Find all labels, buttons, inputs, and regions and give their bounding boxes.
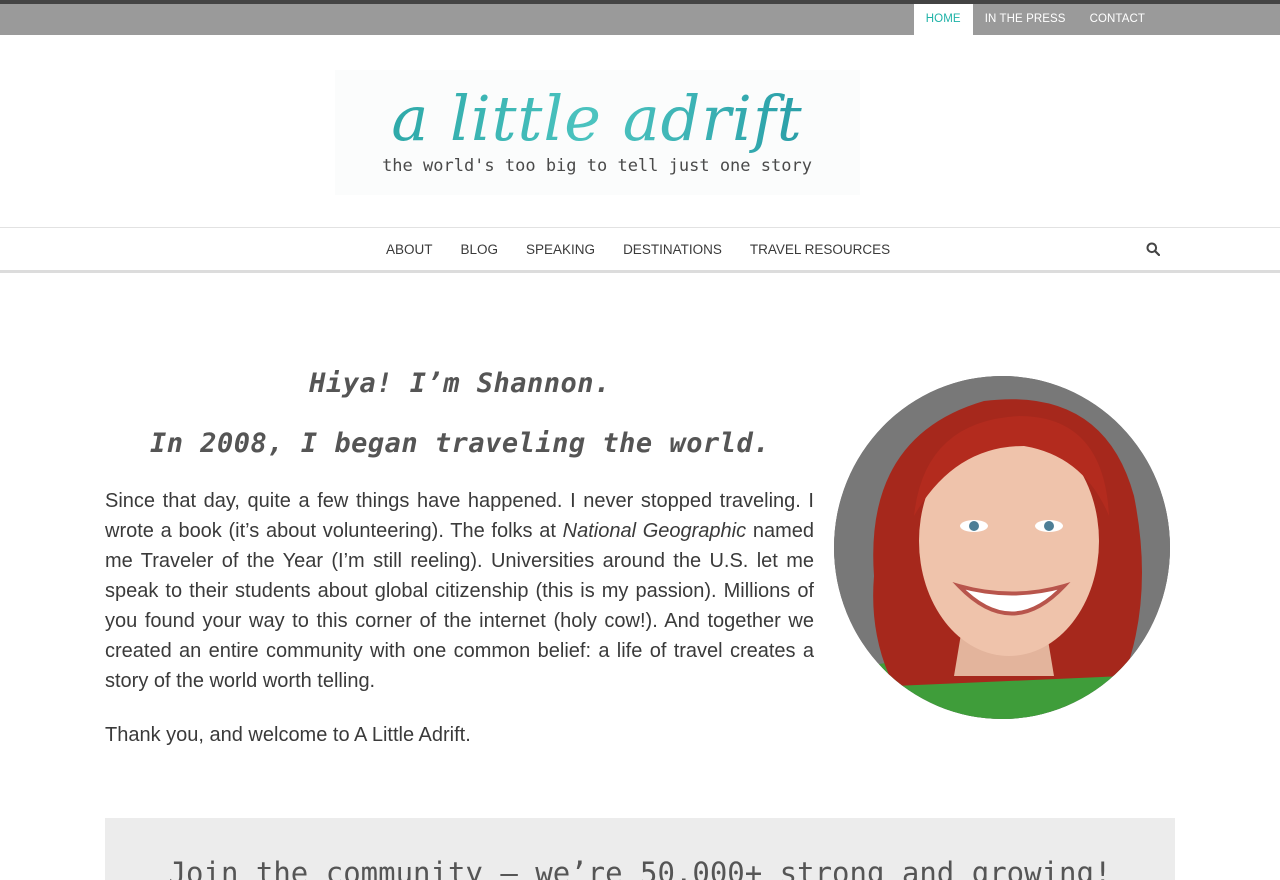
top-nav-contact[interactable]: CONTACT: [1078, 4, 1157, 35]
nav-item-about[interactable]: ABOUT: [372, 228, 447, 271]
portrait-photo: [834, 376, 1170, 719]
logo-tagline: the world's too big to tell just one sto…: [382, 156, 812, 176]
intro-emphasis: National Geographic: [562, 520, 747, 542]
site-logo[interactable]: a little adrift the world's too big to t…: [335, 70, 860, 195]
top-nav-in-the-press[interactable]: IN THE PRESS: [973, 4, 1078, 35]
thanks-paragraph: Thank you, and welcome to A Little Adrif…: [105, 724, 471, 746]
nav-item-speaking[interactable]: SPEAKING: [512, 228, 609, 271]
intro-text-end: named me Traveler of the Year (I’m still…: [105, 520, 814, 692]
hero-subheading: In 2008, I began traveling the world.: [150, 428, 770, 459]
top-nav: HOME IN THE PRESS CONTACT: [913, 4, 1157, 35]
nav-item-destinations[interactable]: DESTINATIONS: [609, 228, 736, 271]
hero-greeting: Hiya! I’m Shannon.: [309, 368, 611, 399]
community-title: Join the community — we’re 50,000+ stron…: [168, 856, 1112, 880]
logo-title: a little adrift: [391, 82, 802, 155]
intro-paragraph: Since that day, quite a few things have …: [105, 486, 814, 696]
top-utility-bar: HOME IN THE PRESS CONTACT: [0, 0, 1280, 35]
main-nav: ABOUT BLOG SPEAKING DESTINATIONS TRAVEL …: [0, 227, 1280, 273]
community-signup-box: Join the community — we’re 50,000+ stron…: [105, 818, 1175, 880]
logo-graphic: a little adrift the world's too big to t…: [335, 70, 860, 195]
nav-item-blog[interactable]: BLOG: [447, 228, 513, 271]
nav-item-travel-resources[interactable]: TRAVEL RESOURCES: [736, 228, 904, 271]
search-icon[interactable]: [1146, 242, 1162, 258]
top-nav-home[interactable]: HOME: [913, 4, 973, 35]
